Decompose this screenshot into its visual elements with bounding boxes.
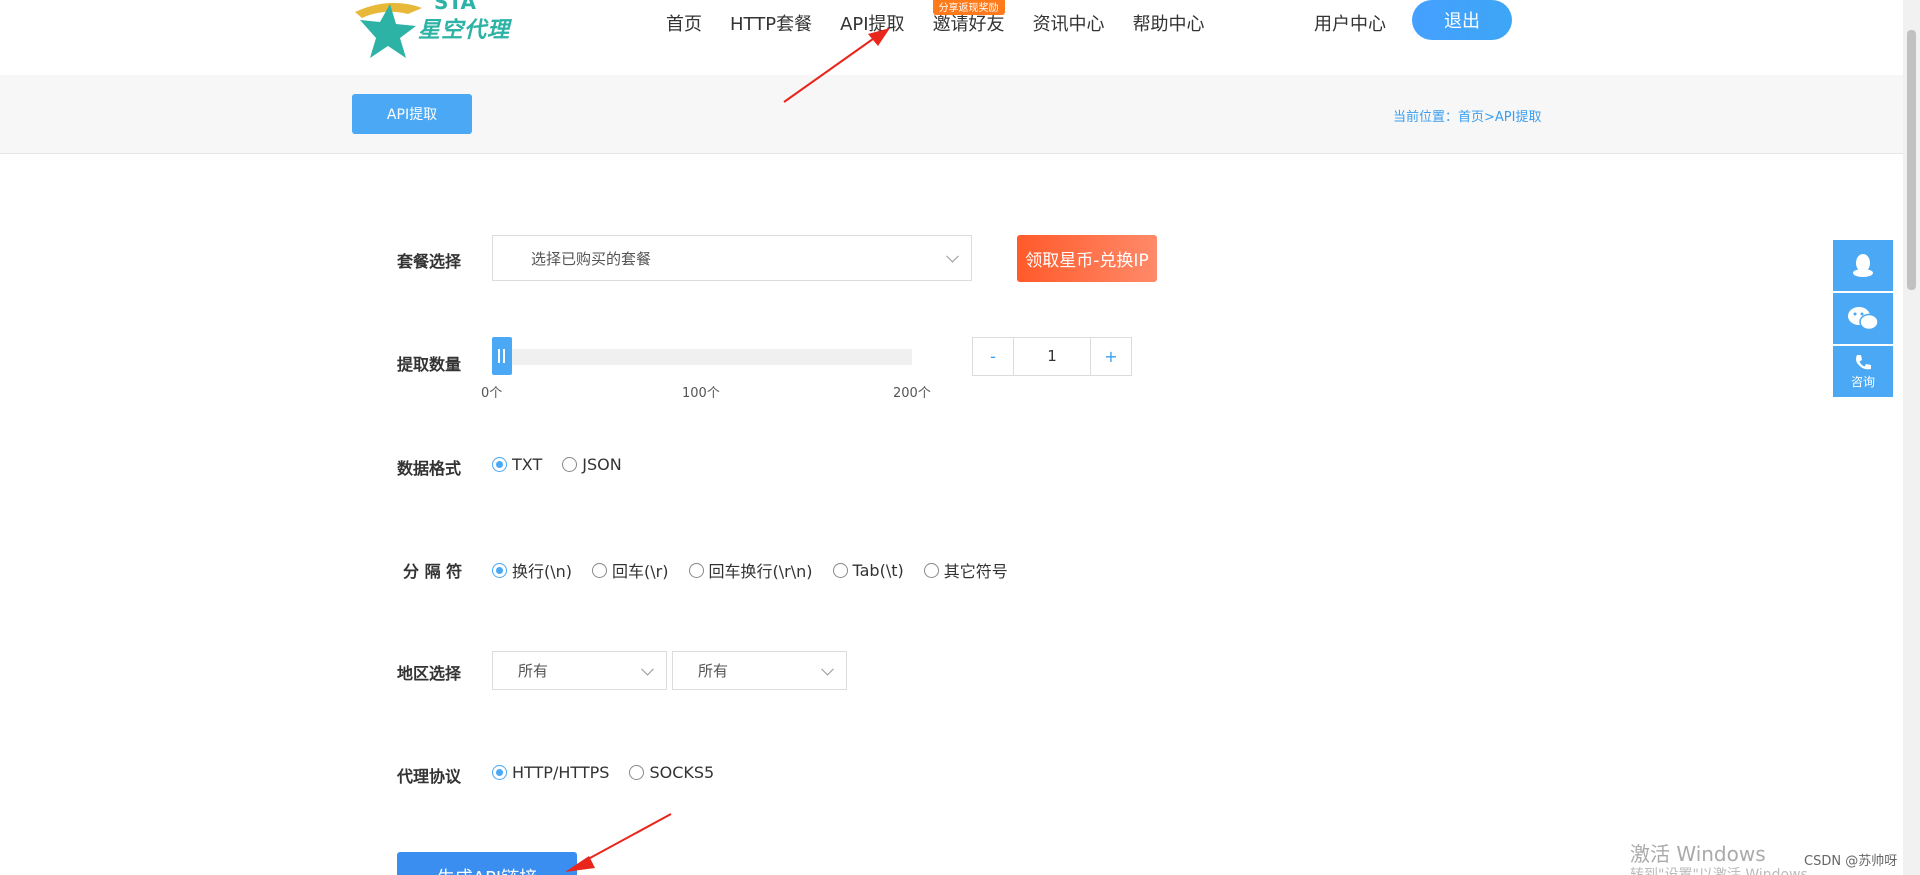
- format-radio-group: TXT JSON: [492, 455, 642, 474]
- quantity-label: 提取数量: [397, 355, 462, 374]
- wechat-contact-button[interactable]: [1833, 293, 1893, 344]
- protocol-radio-socks5[interactable]: SOCKS5: [629, 763, 714, 782]
- nav-invite-friends[interactable]: 分享返现奖励 邀请好友: [932, 0, 1005, 36]
- nav-http-package[interactable]: HTTP套餐: [730, 10, 812, 36]
- region-label: 地区选择: [397, 664, 462, 683]
- phone-consult-label: 咨询: [1850, 375, 1875, 389]
- quantity-slider-handle[interactable]: [492, 337, 512, 375]
- separator-radio-newline[interactable]: 换行(\n): [492, 558, 572, 582]
- qq-contact-button[interactable]: [1833, 240, 1893, 291]
- phone-consult-button[interactable]: 咨询: [1833, 346, 1893, 397]
- province-select[interactable]: 所有: [492, 651, 667, 690]
- scrollbar-thumb[interactable]: [1907, 30, 1916, 290]
- wechat-icon: [1848, 306, 1879, 330]
- page-scrollbar[interactable]: [1903, 0, 1920, 875]
- format-radio-json[interactable]: JSON: [562, 455, 622, 474]
- tab-api-extract[interactable]: API提取: [352, 94, 472, 134]
- radio-unchecked-icon: [592, 562, 608, 578]
- slider-tick-100: 100个: [682, 386, 720, 401]
- protocol-label: 代理协议: [397, 767, 462, 786]
- package-label: 套餐选择: [397, 252, 462, 271]
- invite-badge: 分享返现奖励: [932, 0, 1005, 15]
- slider-tick-0: 0个: [481, 386, 503, 401]
- chevron-down-icon: [821, 662, 834, 676]
- breadcrumb[interactable]: 当前位置：首页>API提取: [1393, 106, 1541, 125]
- separator-radio-cr[interactable]: 回车(\r): [592, 558, 669, 582]
- csdn-watermark: CSDN @苏帅呀: [1804, 854, 1898, 869]
- site-logo[interactable]: STA 星空代理: [350, 0, 540, 60]
- city-select[interactable]: 所有: [672, 651, 847, 690]
- windows-activate-watermark: 激活 Windows: [1630, 842, 1766, 866]
- exchange-ip-button[interactable]: 领取星币-兑换IP: [1017, 235, 1157, 282]
- logo-text: 星空代理: [418, 18, 511, 43]
- separator-radio-crlf[interactable]: 回车换行(\r\n): [688, 558, 813, 582]
- separator-label: 分 隔 符: [403, 562, 463, 581]
- radio-unchecked-icon: [688, 562, 704, 578]
- separator-radio-group: 换行(\n) 回车(\r) 回车换行(\r\n) Tab(\t) 其它符号: [492, 558, 1028, 582]
- format-label: 数据格式: [397, 459, 462, 478]
- logout-button[interactable]: 退出: [1412, 0, 1512, 40]
- radio-unchecked-icon: [562, 457, 578, 472]
- site-header: STA 星空代理 首页 HTTP套餐 API提取 分享返现奖励 邀请好友 资讯中…: [0, 0, 1903, 75]
- nav-news[interactable]: 资讯中心: [1033, 10, 1105, 36]
- radio-unchecked-icon: [832, 562, 848, 578]
- generate-api-link-button[interactable]: 生成API链接: [397, 852, 577, 875]
- package-select-placeholder: 选择已购买的套餐: [531, 249, 652, 268]
- quantity-slider-track[interactable]: [492, 349, 912, 365]
- format-radio-txt[interactable]: TXT: [492, 455, 542, 474]
- separator-radio-tab[interactable]: Tab(\t): [832, 561, 904, 580]
- phone-icon: [1856, 355, 1871, 370]
- quantity-value[interactable]: 1: [1013, 338, 1091, 375]
- nav-help[interactable]: 帮助中心: [1133, 10, 1205, 36]
- nav-invite-label: 邀请好友: [932, 14, 1005, 35]
- radio-checked-icon: [492, 562, 507, 578]
- radio-unchecked-icon: [629, 765, 645, 780]
- slider-tick-200: 200个: [893, 386, 931, 401]
- protocol-radio-http[interactable]: HTTP/HTTPS: [492, 763, 609, 782]
- radio-checked-icon: [492, 765, 507, 780]
- user-center-link[interactable]: 用户中心: [1314, 10, 1386, 36]
- main-nav: 首页 HTTP套餐 API提取 分享返现奖励 邀请好友 资讯中心 帮助中心: [666, 0, 1233, 36]
- chevron-down-icon: [946, 249, 959, 263]
- radio-unchecked-icon: [923, 562, 939, 578]
- windows-activate-sub: 转到"设置"以激活 Windows。: [1630, 867, 1822, 875]
- sub-bar: API提取 当前位置：首页>API提取: [0, 75, 1903, 154]
- radio-checked-icon: [492, 457, 507, 472]
- nav-home[interactable]: 首页: [666, 10, 702, 36]
- chevron-down-icon: [641, 662, 654, 676]
- nav-api-extract[interactable]: API提取: [840, 10, 904, 36]
- qq-icon: [1853, 253, 1873, 277]
- quantity-minus-button[interactable]: -: [973, 338, 1013, 375]
- protocol-radio-group: HTTP/HTTPS SOCKS5: [492, 763, 734, 782]
- package-select[interactable]: 选择已购买的套餐: [492, 235, 972, 281]
- quantity-stepper: - 1 +: [972, 337, 1132, 376]
- side-float-bar: 咨询: [1833, 240, 1893, 399]
- quantity-plus-button[interactable]: +: [1091, 338, 1131, 375]
- separator-radio-other[interactable]: 其它符号: [923, 558, 1008, 582]
